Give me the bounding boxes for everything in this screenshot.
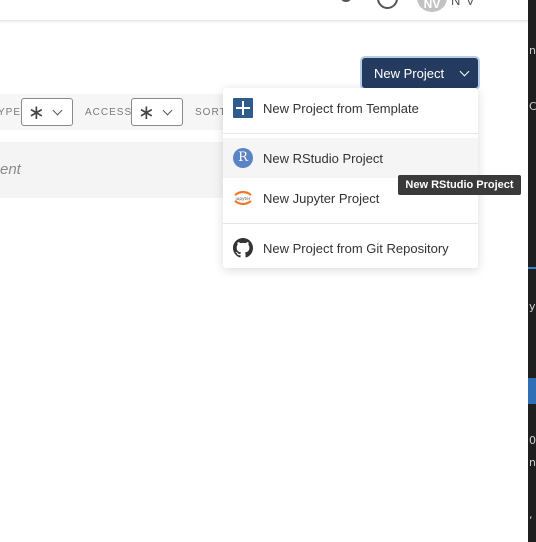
background-text-fragment: ,: [529, 508, 533, 521]
plus-square-icon: [233, 98, 253, 118]
menu-item-new-from-template[interactable]: New Project from Template: [223, 88, 478, 128]
background-text-fragment: n: [529, 456, 536, 469]
access-filter-label: ACCESS: [85, 107, 133, 118]
menu-divider: [223, 223, 478, 224]
background-text-fragment: y: [529, 300, 536, 313]
background-accent-line: [528, 267, 536, 269]
chevron-down-icon: [52, 105, 63, 116]
background-text-fragment: 0: [529, 434, 536, 447]
type-filter-select[interactable]: ∗: [21, 98, 73, 126]
help-icon[interactable]: [377, 0, 398, 9]
background-accent-bar: [528, 378, 536, 404]
menu-item-label: New Project from Git Repository: [263, 240, 449, 256]
type-filter-value: ∗: [28, 102, 45, 124]
access-filter-value: ∗: [138, 102, 155, 124]
avatar[interactable]: NV: [417, 0, 447, 12]
new-project-button[interactable]: New Project: [362, 58, 478, 88]
jupyter-icon: jupyter: [233, 188, 253, 208]
sort-filter-label: SORT: [195, 107, 227, 118]
tooltip: New RStudio Project: [398, 175, 521, 195]
background-text-fragment: C: [529, 100, 536, 113]
menu-item-label: New RStudio Project: [263, 150, 383, 166]
menu-item-new-rstudio[interactable]: R New RStudio Project: [223, 138, 478, 178]
access-filter-select[interactable]: ∗: [131, 98, 183, 126]
background-app-strip: n C y 0 n ,: [528, 0, 536, 542]
gear-icon[interactable]: [336, 0, 356, 6]
menu-item-label: New Jupyter Project: [263, 190, 380, 206]
rstudio-icon: R: [233, 148, 253, 168]
new-project-label: New Project: [374, 65, 445, 81]
menu-item-label: New Project from Template: [263, 100, 419, 116]
background-text-fragment: n: [529, 44, 536, 57]
menu-divider: [223, 133, 478, 134]
menu-item-new-from-git[interactable]: New Project from Git Repository: [223, 228, 478, 268]
svg-text:jupyter: jupyter: [235, 196, 251, 201]
app-stage: NV N V n C y 0 n , New Project YPE ∗ ACC…: [0, 0, 536, 542]
chevron-down-icon: [162, 105, 173, 116]
search-placeholder: ent: [0, 161, 21, 178]
type-filter-label: YPE: [0, 107, 22, 118]
github-icon: [233, 238, 253, 258]
top-header: NV N V: [0, 0, 528, 21]
chevron-down-icon: [459, 66, 470, 77]
user-initials[interactable]: N V: [451, 0, 476, 8]
